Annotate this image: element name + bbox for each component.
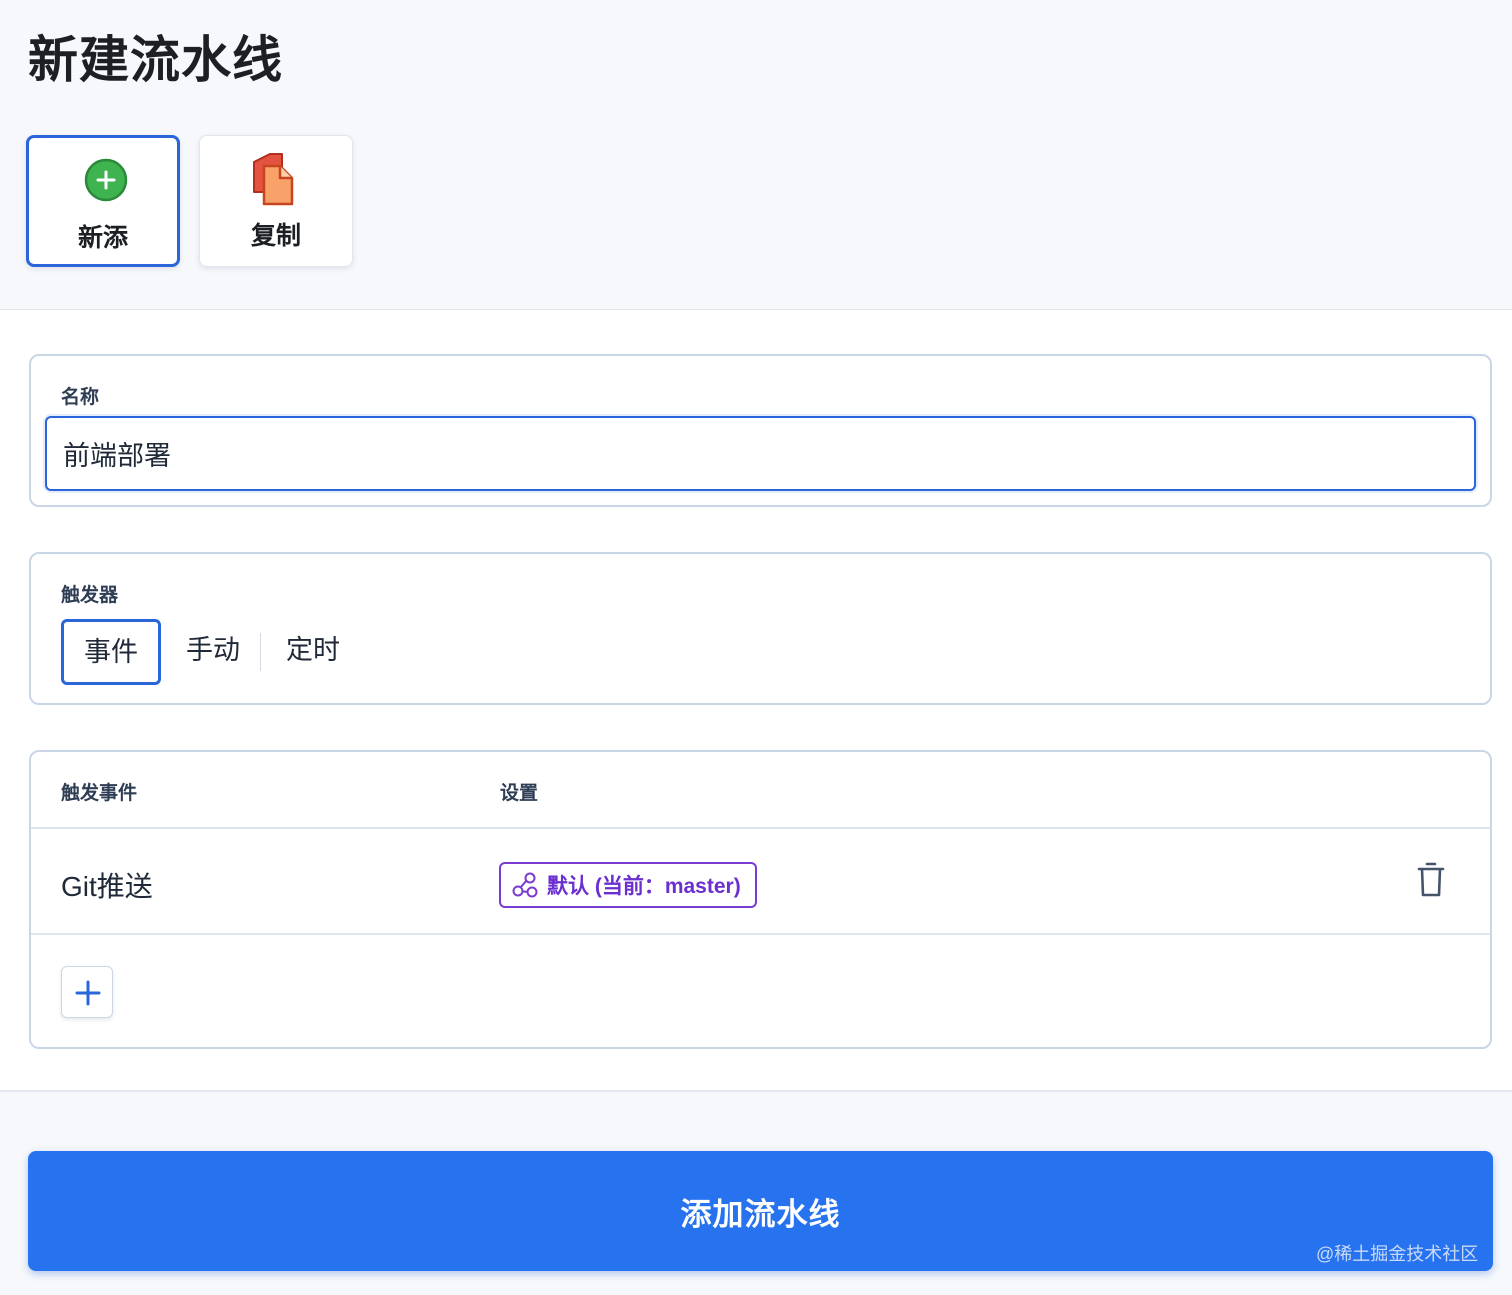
trigger-label: 触发器 [61, 585, 119, 606]
pipeline-name-input[interactable] [45, 416, 1476, 491]
trigger-option-schedule[interactable]: 定时 [273, 619, 353, 685]
watermark: @稀土掘金技术社区 [1316, 1244, 1479, 1264]
add-pipeline-button[interactable]: 添加流水线 [28, 1151, 1493, 1271]
mode-card-new-label: 新添 [77, 224, 128, 252]
column-header-settings: 设置 [500, 783, 539, 804]
trigger-panel: 触发器 事件 手动 定时 [29, 552, 1492, 705]
table-header: 触发事件 设置 [31, 752, 1490, 829]
branch-nodes-icon [512, 872, 538, 898]
page-title: 新建流水线 [28, 32, 283, 88]
add-event-button[interactable] [61, 966, 113, 1018]
trigger-divider [260, 633, 261, 671]
plus-icon [75, 980, 101, 1006]
branch-settings-chip[interactable]: 默认 (当前：master) [499, 862, 757, 908]
events-table: 触发事件 设置 Git推送 默认 (当前：master) [29, 750, 1492, 1049]
mode-card-copy-label: 复制 [250, 222, 301, 250]
plus-circle-icon [84, 158, 128, 202]
trash-icon[interactable] [1416, 861, 1446, 899]
event-name: Git推送 [61, 871, 153, 902]
copy-document-icon [253, 153, 294, 206]
name-panel: 名称 [29, 354, 1492, 507]
branch-chip-label: 默认 (当前：master) [547, 875, 741, 898]
trigger-option-event[interactable]: 事件 [61, 619, 161, 685]
trigger-option-manual[interactable]: 手动 [173, 619, 253, 685]
table-row: Git推送 默认 (当前：master) [31, 829, 1490, 935]
column-header-event: 触发事件 [61, 783, 138, 804]
mode-card-new[interactable]: 新添 [26, 135, 180, 267]
mode-card-copy[interactable]: 复制 [199, 135, 353, 267]
header-area: 新建流水线 新添 复制 [0, 0, 1512, 310]
name-label: 名称 [61, 387, 100, 408]
